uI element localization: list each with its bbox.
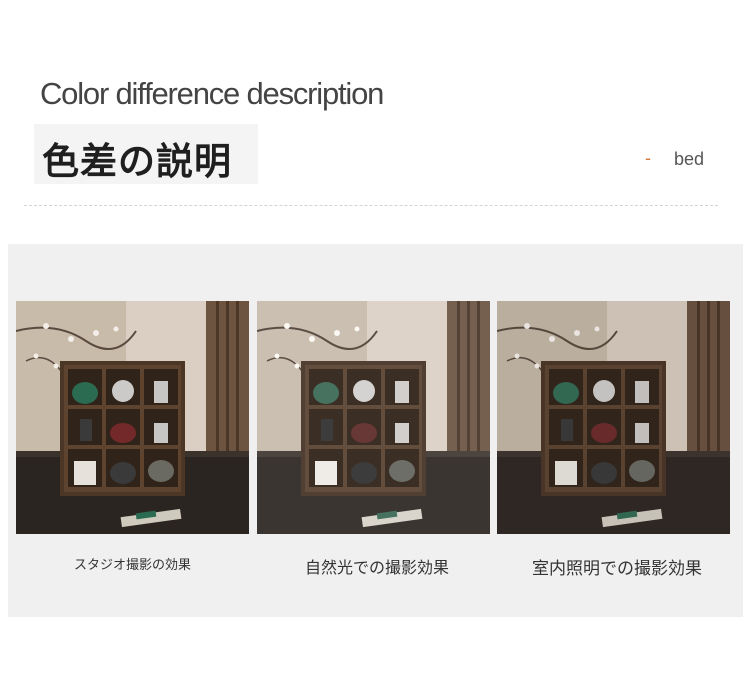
shelf-scene xyxy=(497,301,730,534)
caption-natural-light: 自然光での撮影効果 xyxy=(304,558,449,577)
photo-indoor-lighting xyxy=(497,301,730,534)
caption-studio: スタジオ撮影の効果 xyxy=(73,558,191,573)
title-en: Color difference description xyxy=(40,76,384,111)
photo-natural-light xyxy=(257,301,490,534)
nav-dash: - xyxy=(645,148,651,168)
shelf-scene xyxy=(257,301,490,534)
shelf-scene xyxy=(16,301,249,534)
divider xyxy=(24,205,718,206)
title-jp: 色差の説明 xyxy=(42,140,232,183)
bed-link[interactable]: bed xyxy=(674,149,704,170)
photo-studio xyxy=(16,301,249,534)
caption-indoor-lighting: 室内照明での撮影効果 xyxy=(532,559,702,579)
